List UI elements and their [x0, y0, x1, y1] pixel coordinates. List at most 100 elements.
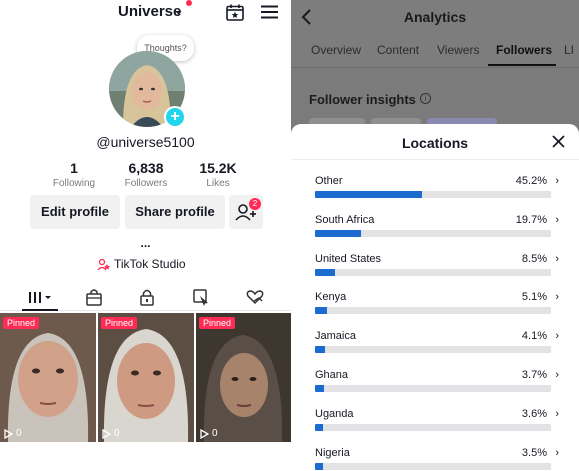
stat-label: Likes [206, 178, 230, 189]
heart-hand-icon[interactable] [244, 287, 266, 307]
location-name: Ghana [315, 369, 349, 381]
header-divider [291, 67, 579, 68]
tab-followers[interactable]: Followers [496, 43, 552, 57]
share-bar-track [315, 346, 551, 354]
location-percent: 19.7% [515, 213, 547, 226]
location-percent: 4.1% [521, 330, 547, 343]
video-thumbnail[interactable]: Pinned 0 [196, 313, 291, 442]
shop-bag-icon[interactable] [83, 287, 105, 307]
chevron-right-icon: › [555, 369, 559, 381]
play-icon [200, 428, 209, 439]
profile-tabs [0, 285, 291, 311]
location-percent: 3.7% [521, 369, 547, 381]
location-row[interactable]: Uganda 3.6% › [315, 408, 559, 442]
analytics-header: Analytics Overview Content Viewers Follo… [291, 0, 579, 68]
hamburger-menu-icon[interactable] [261, 5, 278, 19]
share-bar-fill [315, 307, 328, 315]
share-bar-fill [315, 385, 324, 392]
notification-dot [186, 0, 192, 6]
share-bar-track [315, 229, 551, 237]
location-name: Uganda [315, 407, 354, 420]
location-percent: 45.2% [515, 175, 547, 187]
lock-icon[interactable] [136, 287, 158, 307]
stat-value: 1 [70, 160, 78, 176]
location-row[interactable]: Jamaica 4.1% › [315, 330, 559, 364]
profile-panel: Universe ⌄ Thoughts? + @universe5100 1 F… [0, 0, 291, 471]
close-icon[interactable] [552, 135, 565, 148]
location-name: United States [315, 252, 382, 265]
chevron-right-icon: › [555, 175, 559, 187]
account-switcher-title[interactable]: Universe [118, 3, 181, 20]
chevron-right-icon: › [555, 330, 559, 343]
location-row[interactable]: United States 8.5% › [315, 253, 559, 287]
share-bar-track [315, 307, 551, 315]
calendar-star-icon[interactable] [226, 4, 244, 21]
view-count: 0 [102, 428, 120, 439]
tiktok-studio-link[interactable]: TikTok Studio [97, 257, 186, 271]
video-thumbnail[interactable]: Pinned 0 [98, 313, 194, 442]
location-row[interactable]: Nigeria 3.5% › [315, 447, 559, 471]
stat-label: Followers [124, 178, 168, 189]
chevron-right-icon: › [555, 407, 559, 420]
location-row[interactable]: Other 45.2% › [315, 175, 559, 209]
share-bar-fill [315, 268, 336, 276]
more-options[interactable]: ... [0, 236, 291, 250]
share-bar-track [315, 191, 551, 198]
add-story-plus-icon[interactable]: + [164, 106, 186, 128]
location-name: Nigeria [315, 446, 350, 459]
view-count: 0 [200, 428, 218, 439]
share-bar-track [315, 268, 551, 276]
location-percent: 3.5% [521, 446, 547, 459]
share-bar-fill [315, 346, 325, 354]
chevron-right-icon: › [555, 252, 559, 265]
active-tab-underline [22, 309, 58, 311]
location-row[interactable]: Ghana 3.7% › [315, 369, 559, 403]
location-percent: 3.6% [521, 407, 547, 420]
follower-insights-heading: Follower insights [309, 92, 416, 107]
page-title: Analytics [403, 9, 467, 25]
stat-label: Following [52, 178, 96, 189]
bottom-navigation-partial [0, 443, 291, 471]
stat-following[interactable]: 1 Following [39, 160, 109, 189]
stat-followers[interactable]: 6,838 Followers [111, 160, 181, 189]
pinned-badge: Pinned [199, 317, 236, 329]
profile-topbar: Universe ⌄ [0, 0, 291, 26]
play-icon [4, 428, 13, 439]
analytics-panel: Analytics Overview Content Viewers Follo… [291, 0, 579, 471]
share-profile-button[interactable]: Share profile [125, 195, 225, 229]
grid-icon[interactable] [27, 287, 55, 307]
tag-icon[interactable] [190, 287, 212, 307]
profile-handle: @universe5100 [96, 134, 195, 150]
info-icon[interactable]: i [420, 93, 431, 104]
studio-label: TikTok Studio [114, 257, 186, 271]
chevron-right-icon: › [555, 291, 559, 304]
share-bar-track [315, 385, 551, 392]
location-row[interactable]: South Africa 19.7% › [315, 214, 559, 248]
studio-person-icon [97, 258, 110, 270]
view-count-value: 0 [16, 428, 22, 439]
play-icon [102, 428, 111, 439]
location-row[interactable]: Kenya 5.1% › [315, 291, 559, 325]
share-bar-track [315, 423, 551, 431]
tab-overview[interactable]: Overview [311, 43, 361, 57]
view-count-value: 0 [114, 428, 120, 439]
stat-likes[interactable]: 15.2K Likes [183, 160, 253, 189]
location-name: Jamaica [315, 330, 356, 343]
sheet-title: Locations [401, 135, 469, 151]
pinned-badge: Pinned [101, 317, 138, 329]
location-percent: 8.5% [521, 252, 547, 265]
share-bar-fill [315, 229, 362, 237]
video-thumbnail[interactable]: Pinned 0 [0, 313, 96, 442]
location-name: Kenya [315, 291, 347, 304]
chevron-right-icon: › [555, 213, 559, 226]
chevron-down-icon[interactable]: ⌄ [174, 4, 183, 17]
tab-content[interactable]: Content [377, 43, 419, 57]
sheet-divider [291, 159, 579, 160]
share-bar-fill [315, 462, 324, 470]
location-name: South Africa [315, 213, 375, 226]
edit-profile-button[interactable]: Edit profile [30, 195, 120, 229]
tab-viewers[interactable]: Viewers [437, 43, 479, 57]
view-count-value: 0 [212, 428, 218, 439]
stat-value: 15.2K [199, 160, 237, 176]
tab-live[interactable]: LI [564, 43, 574, 57]
